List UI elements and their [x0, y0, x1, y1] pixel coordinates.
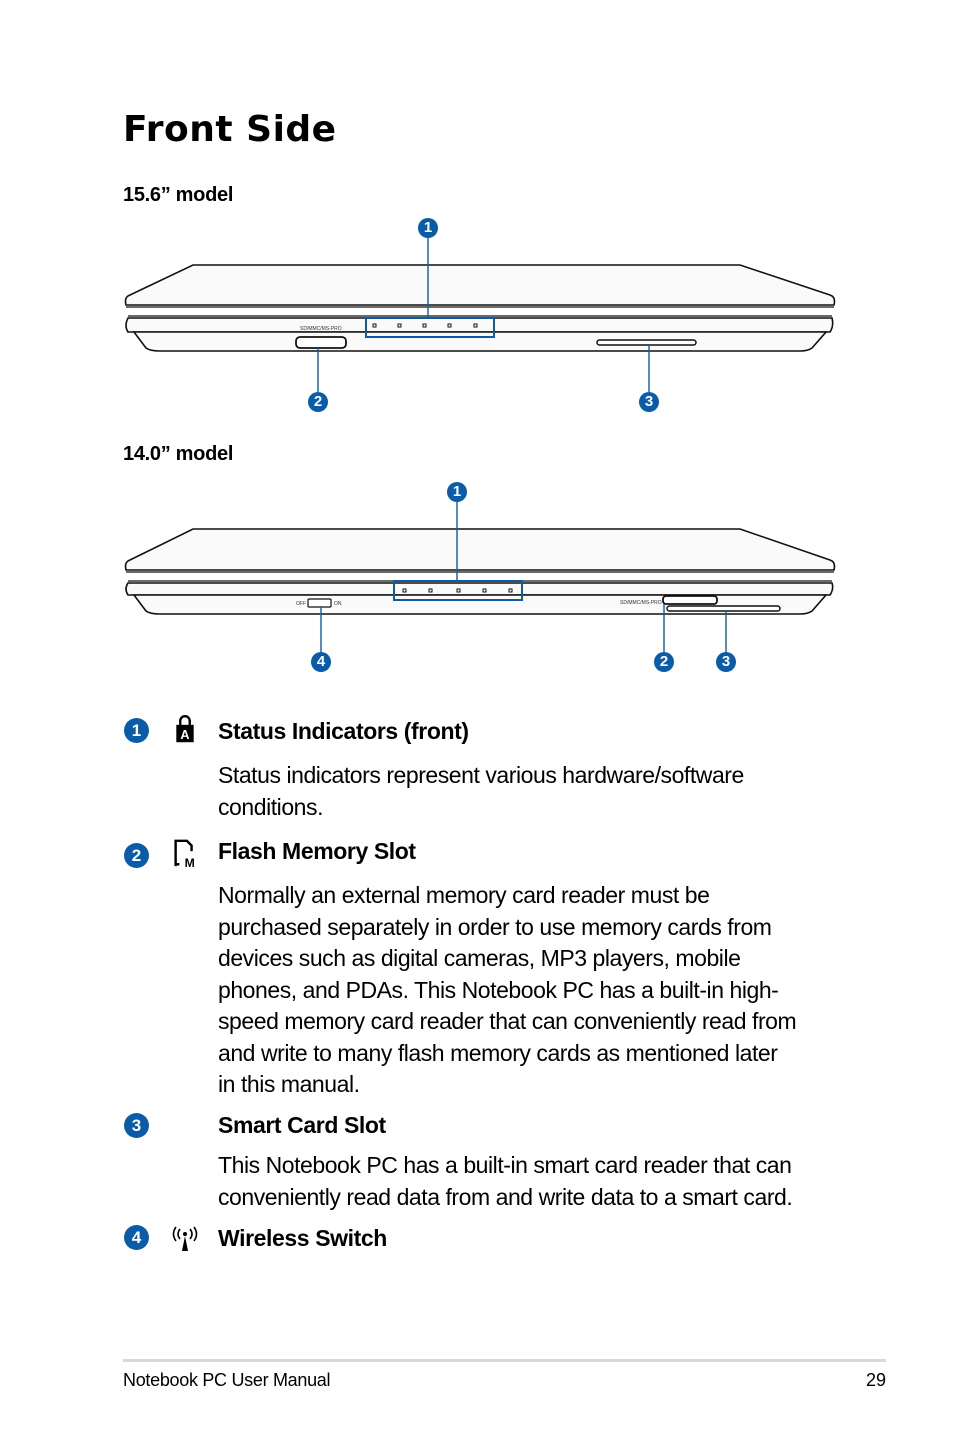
- smart-card-slot: [596, 339, 697, 346]
- item-title-wireless-switch: Wireless Switch: [218, 1225, 387, 1251]
- model-label-15-6: 15.6” model: [123, 184, 234, 206]
- lock-a-icon: A: [176, 715, 194, 743]
- switch-on-print: ON: [334, 601, 342, 607]
- smart-card-slot: [666, 605, 781, 612]
- item-title-flash-memory: Flash Memory Slot: [218, 838, 416, 864]
- laptop-lid: [124, 528, 836, 571]
- memory-card-icon: M: [174, 839, 195, 868]
- wireless-switch: [307, 598, 332, 608]
- laptop-base: [132, 331, 828, 352]
- item-desc-flash-memory: Normally an external memory card reader …: [218, 882, 797, 1097]
- card-reader-print: SD/MMC/MS-PRO: [620, 600, 662, 606]
- callout-1: 1: [447, 482, 467, 502]
- callout-4: 4: [311, 652, 331, 672]
- page-title: Front Side: [123, 109, 337, 150]
- callout-2: 2: [308, 392, 328, 412]
- item-desc-status-indicators: Status indicators represent various hard…: [218, 762, 744, 820]
- svg-text:M: M: [185, 856, 195, 868]
- callout-1: 1: [418, 218, 438, 238]
- model-label-14-0: 14.0” model: [123, 443, 234, 465]
- flash-memory-slot: [662, 595, 718, 605]
- item-desc-smart-card: This Notebook PC has a built-in smart ca…: [218, 1152, 793, 1210]
- laptop-front-diagram-15-6: SD/MMC/MS-PRO: [124, 237, 836, 392]
- callout-2: 2: [654, 652, 674, 672]
- item-number-3: 3: [124, 1113, 149, 1138]
- callout-lines: [320, 502, 727, 653]
- flash-memory-slot: [295, 336, 347, 349]
- item-title-smart-card: Smart Card Slot: [218, 1112, 386, 1138]
- item-number-1: 1: [124, 718, 149, 743]
- laptop-lid: [124, 264, 836, 306]
- laptop-hinge-band: [125, 317, 834, 333]
- svg-text:A: A: [180, 728, 189, 742]
- item-number-2: 2: [124, 843, 149, 868]
- card-reader-print: SD/MMC/MS-PRO: [300, 326, 342, 332]
- callout-3: 3: [639, 392, 659, 412]
- item-number-4: 4: [124, 1225, 149, 1250]
- laptop-body: [124, 264, 836, 352]
- callout-3: 3: [716, 652, 736, 672]
- callout-lines: [317, 237, 650, 392]
- footer-divider: [123, 1359, 886, 1362]
- laptop-hinge-band: [125, 582, 834, 596]
- laptop-front-diagram-14-0: OFF ON SD/MMC/MS-PRO: [124, 502, 836, 653]
- footer-manual-title: Notebook PC User Manual: [123, 1370, 331, 1390]
- footer-page-number: 29: [865, 1370, 886, 1390]
- item-title-status-indicators: Status Indicators (front): [218, 718, 469, 744]
- wireless-icon: [172, 1226, 198, 1251]
- switch-off-print: OFF: [296, 601, 306, 607]
